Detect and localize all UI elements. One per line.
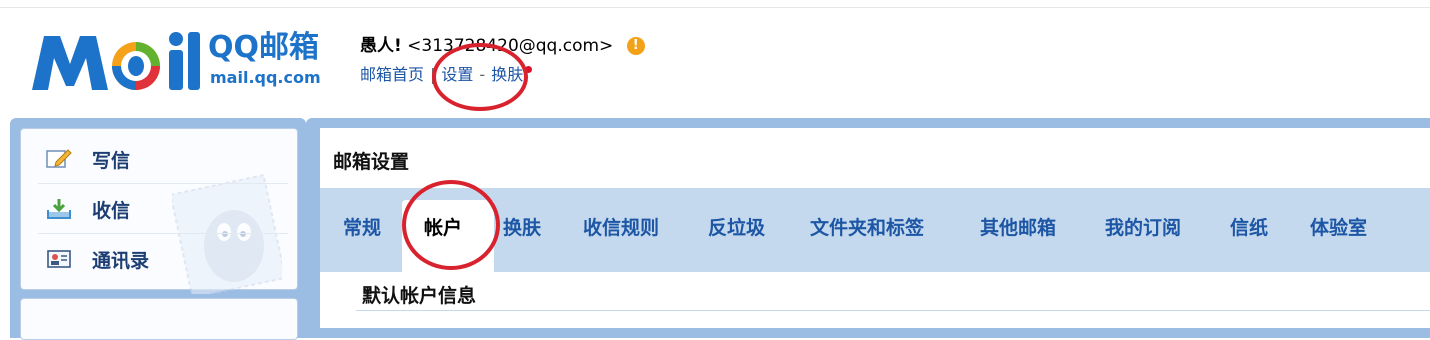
tab-mail-rules[interactable]: 收信规则 — [583, 212, 659, 244]
tab-lab[interactable]: 体验室 — [1310, 212, 1367, 244]
settings-link[interactable]: 设置 — [441, 65, 473, 84]
compose-label: 写信 — [92, 149, 131, 172]
tab-my-subscriptions[interactable]: 我的订阅 — [1105, 212, 1181, 244]
tab-stationery[interactable]: 信纸 — [1230, 212, 1268, 244]
logo-url-text: mail.qq.com — [210, 68, 321, 87]
mailbox-home-link[interactable]: 邮箱首页 — [360, 65, 424, 84]
section-divider — [356, 310, 1430, 311]
default-account-info-heading: 默认帐户信息 — [362, 285, 477, 307]
left-folders-card — [20, 298, 298, 340]
tab-anti-spam[interactable]: 反垃圾 — [708, 212, 765, 244]
compose-icon — [46, 148, 72, 170]
user-email: <313728420@qq.com> — [407, 36, 614, 56]
logo-brand-text: QQ邮箱 — [208, 30, 320, 65]
page-title: 邮箱设置 — [333, 151, 410, 173]
new-indicator-dot — [525, 66, 533, 73]
warning-icon[interactable]: ! — [626, 37, 645, 55]
nav-divider — [38, 183, 288, 184]
tab-other-mailboxes[interactable]: 其他邮箱 — [980, 212, 1056, 244]
user-name: 愚人! — [360, 36, 402, 56]
contacts-label: 通讯录 — [92, 249, 150, 272]
change-skin-link[interactable]: 换肤 — [491, 65, 523, 84]
inbox-download-icon — [46, 198, 72, 220]
tab-general[interactable]: 常规 — [343, 212, 381, 244]
tab-skin[interactable]: 换肤 — [503, 212, 541, 244]
inbox-label: 收信 — [92, 199, 131, 222]
mail-logo-graphic — [32, 32, 200, 90]
user-info: 愚人! <313728420@qq.com> ! — [360, 34, 645, 58]
inbox-button[interactable]: 收信 — [46, 195, 130, 223]
nav-divider — [38, 233, 288, 234]
tab-folders-labels[interactable]: 文件夹和标签 — [810, 212, 924, 244]
top-divider — [0, 7, 1430, 8]
link-separator: | — [430, 65, 436, 84]
contacts-button[interactable]: 通讯录 — [46, 245, 149, 273]
penguin-stamp-decoration — [172, 174, 282, 294]
tab-account[interactable]: 帐户 — [424, 212, 462, 244]
link-separator: - — [479, 65, 486, 84]
contacts-card-icon — [46, 248, 72, 270]
compose-button[interactable]: 写信 — [46, 145, 130, 173]
top-links: 邮箱首页 | 设置 - 换肤 — [360, 64, 533, 86]
